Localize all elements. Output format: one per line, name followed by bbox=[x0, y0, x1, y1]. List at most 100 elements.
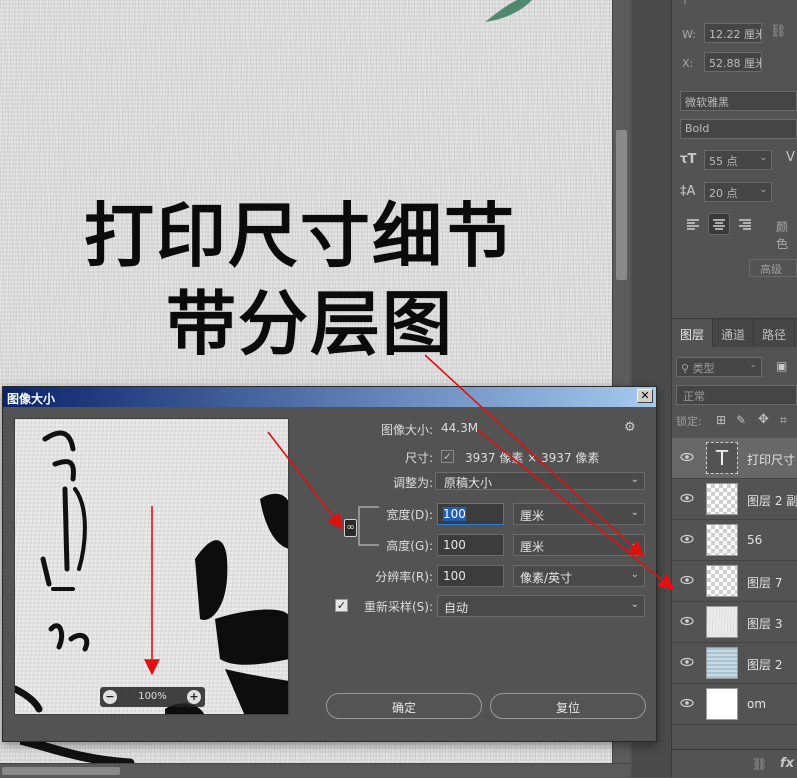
zoom-control: − 100% + bbox=[100, 687, 205, 707]
close-button[interactable]: ✕ bbox=[637, 389, 653, 403]
resolution-label: 分辨率(R): bbox=[375, 570, 433, 584]
layer-name: 打印尺寸 bbox=[747, 453, 796, 467]
props-header-icon: T bbox=[682, 0, 689, 7]
tab-channels[interactable]: 通道 bbox=[713, 319, 755, 347]
eye-icon[interactable] bbox=[680, 616, 694, 626]
link-icon[interactable]: ⛓ bbox=[770, 24, 787, 39]
tab-layers[interactable]: 图层 bbox=[672, 319, 714, 347]
image-size-dialog: 图像大小 ✕ − 100% + 图像大小: 44.3M ⚙ 尺寸: ✓ 3937… bbox=[2, 386, 657, 742]
reset-button[interactable]: 复位 bbox=[490, 693, 646, 719]
resolution-unit-select[interactable]: 像素/英寸 ⌄ bbox=[513, 565, 645, 587]
chevron-down-icon: ⌄ bbox=[630, 507, 639, 518]
layer-thumbnail bbox=[706, 483, 738, 515]
image-preview[interactable]: − 100% + bbox=[14, 418, 289, 715]
lock-transparent-icon[interactable]: ⊞ bbox=[716, 413, 726, 427]
layer-row[interactable]: 图层 3 bbox=[672, 602, 797, 643]
fit-to-label: 调整为: bbox=[392, 476, 433, 490]
align-right-button[interactable] bbox=[734, 213, 756, 235]
lock-move-icon[interactable]: ✥ bbox=[758, 412, 769, 427]
font-size-field[interactable]: 55 点 ⌄ bbox=[704, 150, 772, 170]
zoom-value: 100% bbox=[138, 691, 167, 702]
layer-thumbnail bbox=[706, 524, 738, 556]
dialog-title: 图像大小 bbox=[7, 392, 56, 406]
leading-icon: ‡A bbox=[680, 184, 696, 199]
layer-thumbnail bbox=[706, 606, 738, 638]
font-size-icon: ꚍT bbox=[680, 152, 697, 167]
color-label: 颜色 bbox=[776, 220, 789, 251]
width-label: 宽度(D): bbox=[386, 508, 433, 522]
resample-label: 重新采样(S): bbox=[363, 600, 433, 614]
dimensions-label: 尺寸: bbox=[404, 451, 433, 465]
x-label: X: bbox=[682, 57, 694, 70]
chevron-down-icon: ⌄ bbox=[630, 538, 639, 549]
chevron-down-icon: ⌄ bbox=[759, 153, 767, 163]
layer-row[interactable]: 56 bbox=[672, 520, 797, 561]
fx-button[interactable]: fx bbox=[780, 756, 794, 771]
layer-row[interactable]: T 打印尺寸 bbox=[672, 438, 797, 479]
eye-icon[interactable] bbox=[680, 493, 694, 503]
layer-row[interactable]: om bbox=[672, 684, 797, 725]
eye-icon[interactable] bbox=[680, 575, 694, 585]
image-size-label: 图像大小: bbox=[380, 423, 433, 437]
w-field[interactable]: 12.22 厘米 bbox=[704, 23, 762, 43]
advanced-button[interactable]: 高级 bbox=[749, 259, 797, 277]
font-style-select[interactable]: Bold bbox=[680, 119, 797, 139]
eye-icon[interactable] bbox=[680, 698, 694, 708]
chevron-down-icon: ⌄ bbox=[630, 569, 639, 580]
kerning-icon[interactable]: V bbox=[786, 150, 795, 165]
height-label: 高度(G): bbox=[386, 539, 433, 553]
chevron-down-icon: ⌄ bbox=[630, 474, 639, 485]
zoom-in-button[interactable]: + bbox=[187, 690, 201, 704]
layer-thumbnail bbox=[706, 647, 738, 679]
layer-name: 图层 2 副 bbox=[747, 494, 797, 508]
layers-panel: 图层 通道 路径 ⚲ 类型 ⌄ ▣ 正常 锁定: ⊞ ✎ ✥ ⌗ T 打印尺寸 图… bbox=[672, 318, 797, 777]
layer-filter-select[interactable]: ⚲ 类型 ⌄ bbox=[676, 357, 762, 377]
canvas-title-line2: 带分层图 bbox=[166, 283, 454, 365]
w-label: W: bbox=[682, 28, 696, 41]
eye-icon[interactable] bbox=[680, 534, 694, 544]
layer-name: om bbox=[747, 697, 767, 711]
layer-thumbnail bbox=[706, 565, 738, 597]
lock-artboard-icon[interactable]: ⌗ bbox=[780, 413, 787, 428]
width-unit-select[interactable]: 厘米 ⌄ bbox=[513, 503, 645, 525]
resample-select[interactable]: 自动 ⌄ bbox=[437, 595, 645, 617]
eye-icon[interactable] bbox=[680, 452, 694, 462]
layer-row[interactable]: 图层 7 bbox=[672, 561, 797, 602]
layer-name: 图层 2 bbox=[747, 658, 783, 672]
properties-panel: T W: 12.22 厘米 ⛓ X: 52.88 厘米 微软雅黑 Bold ꚍT… bbox=[672, 0, 797, 318]
dialog-titlebar[interactable]: 图像大小 ✕ bbox=[3, 387, 656, 407]
gear-icon[interactable]: ⚙ bbox=[624, 420, 636, 435]
layer-name: 图层 7 bbox=[747, 576, 783, 590]
height-input[interactable]: 100 bbox=[437, 534, 504, 556]
leaf-graphic bbox=[485, 0, 532, 22]
search-icon: ⚲ bbox=[681, 362, 693, 375]
align-center-button[interactable] bbox=[708, 213, 730, 235]
link-layers-icon[interactable]: ⛓ bbox=[752, 757, 767, 771]
lock-paint-icon[interactable]: ✎ bbox=[736, 413, 746, 427]
align-left-button[interactable] bbox=[682, 213, 704, 235]
x-field[interactable]: 52.88 厘米 bbox=[704, 52, 762, 72]
layer-row[interactable]: 图层 2 副 bbox=[672, 479, 797, 520]
lock-label: 锁定: bbox=[676, 415, 702, 428]
eye-icon[interactable] bbox=[680, 657, 694, 667]
zoom-out-button[interactable]: − bbox=[103, 690, 117, 704]
layers-footer: ⛓ fx bbox=[672, 749, 797, 778]
layer-row[interactable]: 图层 2 bbox=[672, 643, 797, 684]
width-input[interactable]: 100 bbox=[437, 503, 504, 525]
image-size-value: 44.3M bbox=[441, 421, 479, 435]
dimensions-value: 3937 像素 × 3937 像素 bbox=[465, 451, 600, 465]
dimensions-checkbox[interactable]: ✓ bbox=[441, 450, 454, 463]
image-filter-icon[interactable]: ▣ bbox=[776, 359, 787, 373]
height-unit-select[interactable]: 厘米 ⌄ bbox=[513, 534, 645, 556]
resolution-input[interactable]: 100 bbox=[437, 565, 504, 587]
blend-mode-select[interactable]: 正常 bbox=[676, 385, 797, 405]
tab-paths[interactable]: 路径 bbox=[754, 319, 796, 347]
font-family-select[interactable]: 微软雅黑 bbox=[680, 91, 797, 111]
leading-field[interactable]: 20 点 ⌄ bbox=[704, 182, 772, 202]
ok-button[interactable]: 确定 bbox=[326, 693, 482, 719]
fit-to-select[interactable]: 原稿大小 ⌄ bbox=[435, 472, 645, 490]
canvas-horizontal-scrollbar[interactable] bbox=[0, 763, 630, 777]
canvas-title-line1: 打印尺寸细节 bbox=[84, 195, 516, 277]
layer-name: 图层 3 bbox=[747, 617, 783, 631]
calligraphy-preview bbox=[15, 430, 288, 714]
